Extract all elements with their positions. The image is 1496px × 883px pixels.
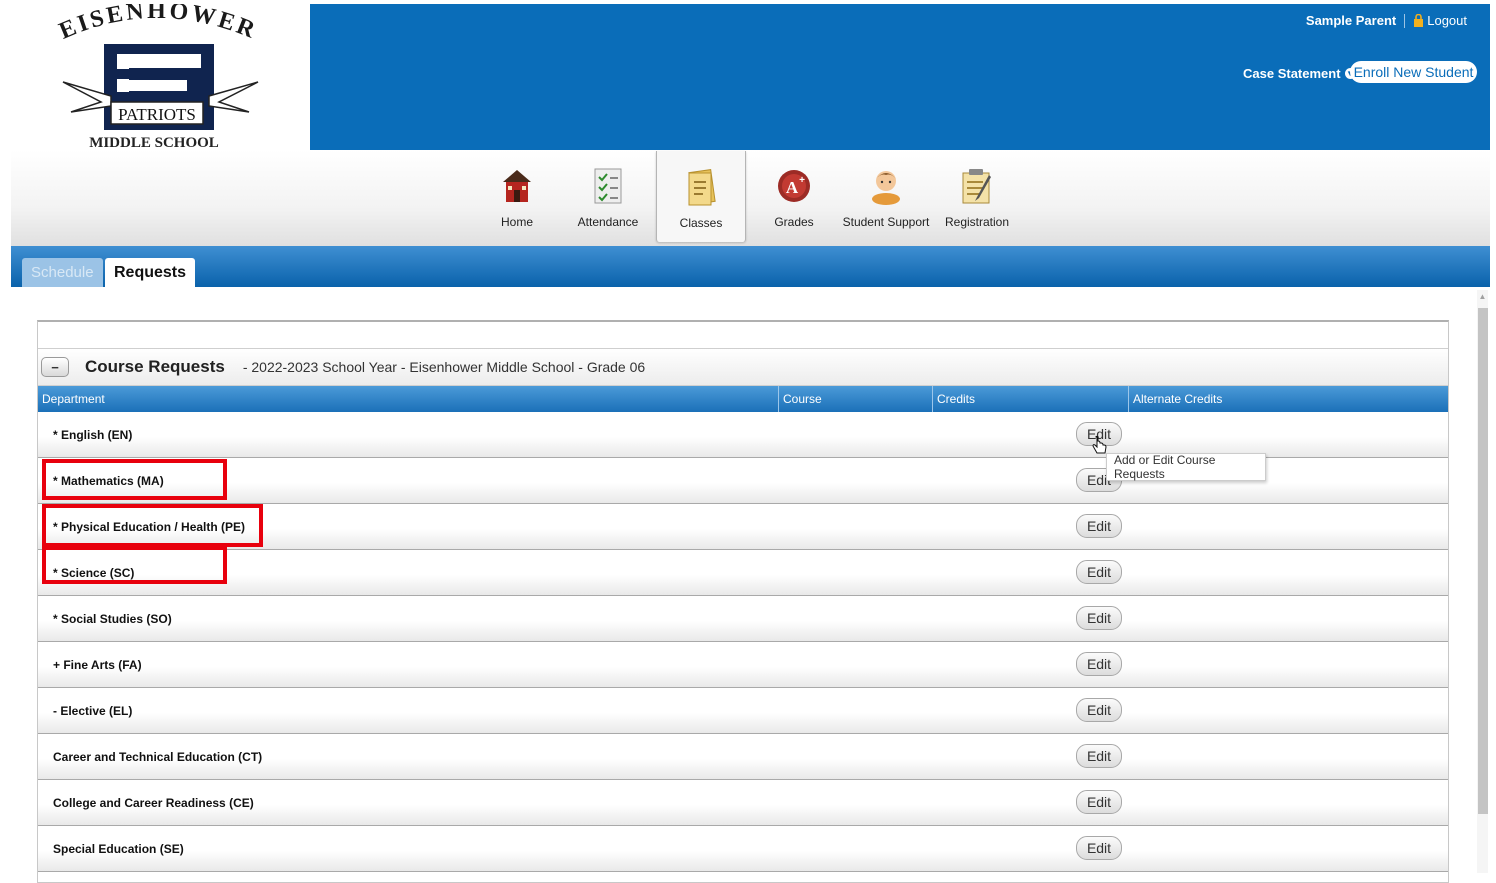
panel-header: − Course Requests - 2022-2023 School Yea…: [38, 349, 1448, 386]
panel-spacer: [38, 322, 1448, 349]
department-label: Career and Technical Education (CT): [53, 750, 263, 764]
hand-cursor-icon: [1092, 436, 1107, 454]
nav-registration-label: Registration: [944, 215, 1010, 229]
nav-attendance[interactable]: Attendance: [573, 150, 643, 242]
tab-requests[interactable]: Requests: [105, 258, 196, 287]
nav-grades-label: Grades: [774, 215, 814, 229]
edit-button[interactable]: Edit: [1076, 514, 1122, 538]
edit-button[interactable]: Edit: [1076, 652, 1122, 676]
column-header-credits[interactable]: Credits: [932, 386, 975, 412]
nav-student-support-label: Student Support: [842, 215, 930, 229]
logout-link[interactable]: Logout: [1413, 13, 1467, 28]
table-row: + Fine Arts (FA) Edit: [38, 642, 1448, 688]
department-label: * Physical Education / Health (PE): [53, 520, 246, 534]
scrollbar-thumb[interactable]: [1478, 308, 1488, 814]
table-row: Career and Technical Education (CT) Edit: [38, 734, 1448, 780]
column-header-department[interactable]: Department: [38, 386, 105, 412]
logout-label: Logout: [1427, 13, 1467, 28]
table-row: * Social Studies (SO) Edit: [38, 596, 1448, 642]
department-label: * Social Studies (SO): [53, 612, 172, 626]
edit-button[interactable]: Edit: [1076, 836, 1122, 860]
column-header-alternate-credits[interactable]: Alternate Credits: [1128, 386, 1222, 412]
table-header: Department Course Credits Alternate Cred…: [38, 386, 1448, 412]
svg-text:+: +: [799, 175, 805, 186]
department-label: Special Education (SE): [53, 842, 184, 856]
table-row: * English (EN) Edit: [38, 412, 1448, 458]
registration-icon: [957, 166, 997, 206]
edit-tooltip: Add or Edit Course Requests: [1106, 453, 1266, 481]
nav-classes-label: Classes: [679, 216, 723, 230]
department-label: * Mathematics (MA): [53, 474, 164, 488]
school-logo[interactable]: EISENHOWER PATRIOTS MIDDLE SCHOOL: [11, 4, 310, 150]
scroll-up-arrow-icon[interactable]: ▲: [1477, 292, 1488, 304]
table-row: * Science (SC) Edit: [38, 550, 1448, 596]
table-row: Special Education (SE) Edit: [38, 826, 1448, 872]
table-row: * Physical Education / Health (PE) Edit: [38, 504, 1448, 550]
sub-tab-bar: Schedule Requests: [11, 246, 1490, 287]
nav-grades[interactable]: A + Grades: [771, 150, 817, 242]
main-nav: Home Attendance Classes A + Grades Stude…: [11, 150, 1490, 247]
department-label: * Science (SC): [53, 566, 135, 580]
svg-text:EISENHOWER: EISENHOWER: [55, 4, 261, 45]
patriots-logo-graphic: EISENHOWER PATRIOTS MIDDLE SCHOOL: [55, 4, 261, 150]
attendance-icon: [588, 166, 628, 206]
nav-home-label: Home: [500, 215, 533, 229]
table-row: - Elective (EL) Edit: [38, 688, 1448, 734]
svg-text:A: A: [786, 178, 799, 197]
nav-attendance-label: Attendance: [577, 215, 639, 229]
edit-button[interactable]: Edit: [1076, 560, 1122, 584]
edit-button[interactable]: Edit: [1076, 606, 1122, 630]
nav-registration[interactable]: Registration: [944, 150, 1010, 242]
classes-icon: [681, 167, 721, 207]
schoolhouse-icon: [497, 166, 537, 206]
tab-schedule[interactable]: Schedule: [22, 258, 103, 287]
nav-classes[interactable]: Classes: [656, 151, 746, 242]
department-label: College and Career Readiness (CE): [53, 796, 254, 810]
user-name[interactable]: Sample Parent: [1306, 13, 1396, 28]
collapse-button[interactable]: −: [41, 357, 69, 377]
grades-icon: A +: [774, 166, 814, 206]
column-header-course[interactable]: Course: [778, 386, 822, 412]
panel-subtitle: - 2022-2023 School Year - Eisenhower Mid…: [242, 359, 646, 375]
student-support-icon: [866, 166, 906, 206]
case-statement-label: Case Statement: [1243, 66, 1341, 81]
table-row: College and Career Readiness (CE) Edit: [38, 780, 1448, 826]
logo-banner-text: PATRIOTS: [118, 105, 196, 124]
edit-button[interactable]: Edit: [1076, 744, 1122, 768]
header-banner: EISENHOWER PATRIOTS MIDDLE SCHOOL Sample…: [11, 4, 1490, 150]
course-requests-panel: − Course Requests - 2022-2023 School Yea…: [37, 320, 1449, 883]
lock-icon: [1414, 14, 1424, 27]
edit-button[interactable]: Edit: [1076, 790, 1122, 814]
enroll-new-student-button[interactable]: Enroll New Student: [1350, 61, 1477, 83]
user-links: Sample Parent Logout: [1306, 13, 1467, 28]
nav-home[interactable]: Home: [495, 150, 539, 242]
vertical-scrollbar[interactable]: ▲: [1477, 290, 1488, 873]
department-label: + Fine Arts (FA): [53, 658, 142, 672]
department-label: - Elective (EL): [53, 704, 133, 718]
edit-button[interactable]: Edit: [1076, 698, 1122, 722]
department-label: * English (EN): [53, 428, 133, 442]
logo-bottom-text: MIDDLE SCHOOL: [89, 135, 219, 150]
logo-top-text: EISENHOWER: [55, 4, 258, 45]
case-statement-menu[interactable]: Case Statement ▼: [1243, 66, 1356, 81]
panel-title: Course Requests: [85, 357, 225, 376]
nav-student-support[interactable]: Student Support: [841, 150, 931, 242]
divider: [1404, 13, 1406, 28]
